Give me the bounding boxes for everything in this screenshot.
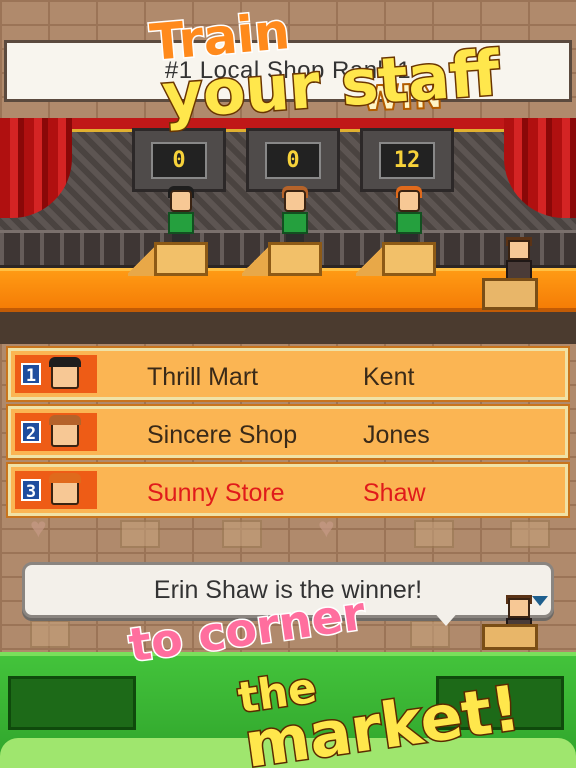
next-arrow-icon[interactable]	[532, 596, 548, 606]
heart-icon: ♥	[30, 512, 47, 543]
ranking-row-3[interactable]: 3 Sunny Store Shaw	[6, 462, 570, 518]
announcer-suit	[506, 260, 532, 280]
stage-front	[0, 308, 576, 344]
avatar-hair	[49, 473, 81, 483]
crate-icon	[120, 520, 160, 548]
podium-3	[382, 242, 436, 276]
score-1: 0	[151, 141, 207, 179]
avatar-hair	[49, 357, 81, 367]
scoreboard-3: 12	[360, 128, 454, 192]
contestant-legs	[400, 234, 418, 242]
rank-badge: 2	[15, 413, 97, 451]
dialog-lectern	[482, 624, 538, 650]
rank-badge: 1	[15, 355, 97, 393]
staff-name: Jones	[363, 421, 430, 449]
announcer-head	[508, 240, 530, 260]
podium-ramp-1	[128, 242, 156, 276]
ranking-row-1[interactable]: 1 Thrill Mart Kent	[6, 346, 570, 402]
crate-icon	[30, 620, 70, 648]
contestant-apron	[396, 212, 422, 234]
contestant-head	[170, 190, 192, 212]
contest-stage: 0 0 12	[0, 118, 576, 344]
contestant-head	[284, 190, 306, 212]
scoreboard-1: 0	[132, 128, 226, 192]
score-2: 0	[265, 141, 321, 179]
announcer	[504, 237, 534, 280]
podium-ramp-2	[242, 242, 270, 276]
crate-icon	[222, 520, 262, 548]
avatar-hair	[49, 415, 81, 425]
heart-icon: ♥	[318, 512, 335, 543]
crate-icon	[414, 520, 454, 548]
store-name: Thrill Mart	[147, 363, 259, 391]
contestant-legs	[286, 234, 304, 242]
rank-number: 1	[21, 363, 41, 386]
podium-2	[268, 242, 322, 276]
contestant-legs	[172, 234, 190, 242]
announcer-lectern	[482, 278, 538, 310]
contestant-apron	[168, 212, 194, 234]
announcer-head	[508, 598, 530, 618]
crate-icon	[510, 520, 550, 548]
menu-slot-left[interactable]	[8, 676, 136, 730]
staff-name: Shaw	[363, 479, 426, 507]
podium-ramp-3	[356, 242, 384, 276]
rank-number: 3	[21, 479, 41, 502]
contestant-head	[398, 190, 420, 212]
dialog-tail	[432, 610, 460, 626]
contestant-jones	[278, 186, 312, 242]
rank-number: 2	[21, 421, 41, 444]
score-3: 12	[379, 141, 435, 179]
scoreboard-2: 0	[246, 128, 340, 192]
contestant-shaw	[392, 186, 426, 242]
store-name: Sincere Shop	[147, 421, 298, 449]
store-name: Sunny Store	[147, 479, 285, 507]
ranking-row-2[interactable]: 2 Sincere Shop Jones	[6, 404, 570, 460]
rank-badge: 3	[15, 471, 97, 509]
podium-1	[154, 242, 208, 276]
staff-name: Kent	[363, 363, 415, 391]
contestant-apron	[282, 212, 308, 234]
contestant-kent	[164, 186, 198, 242]
